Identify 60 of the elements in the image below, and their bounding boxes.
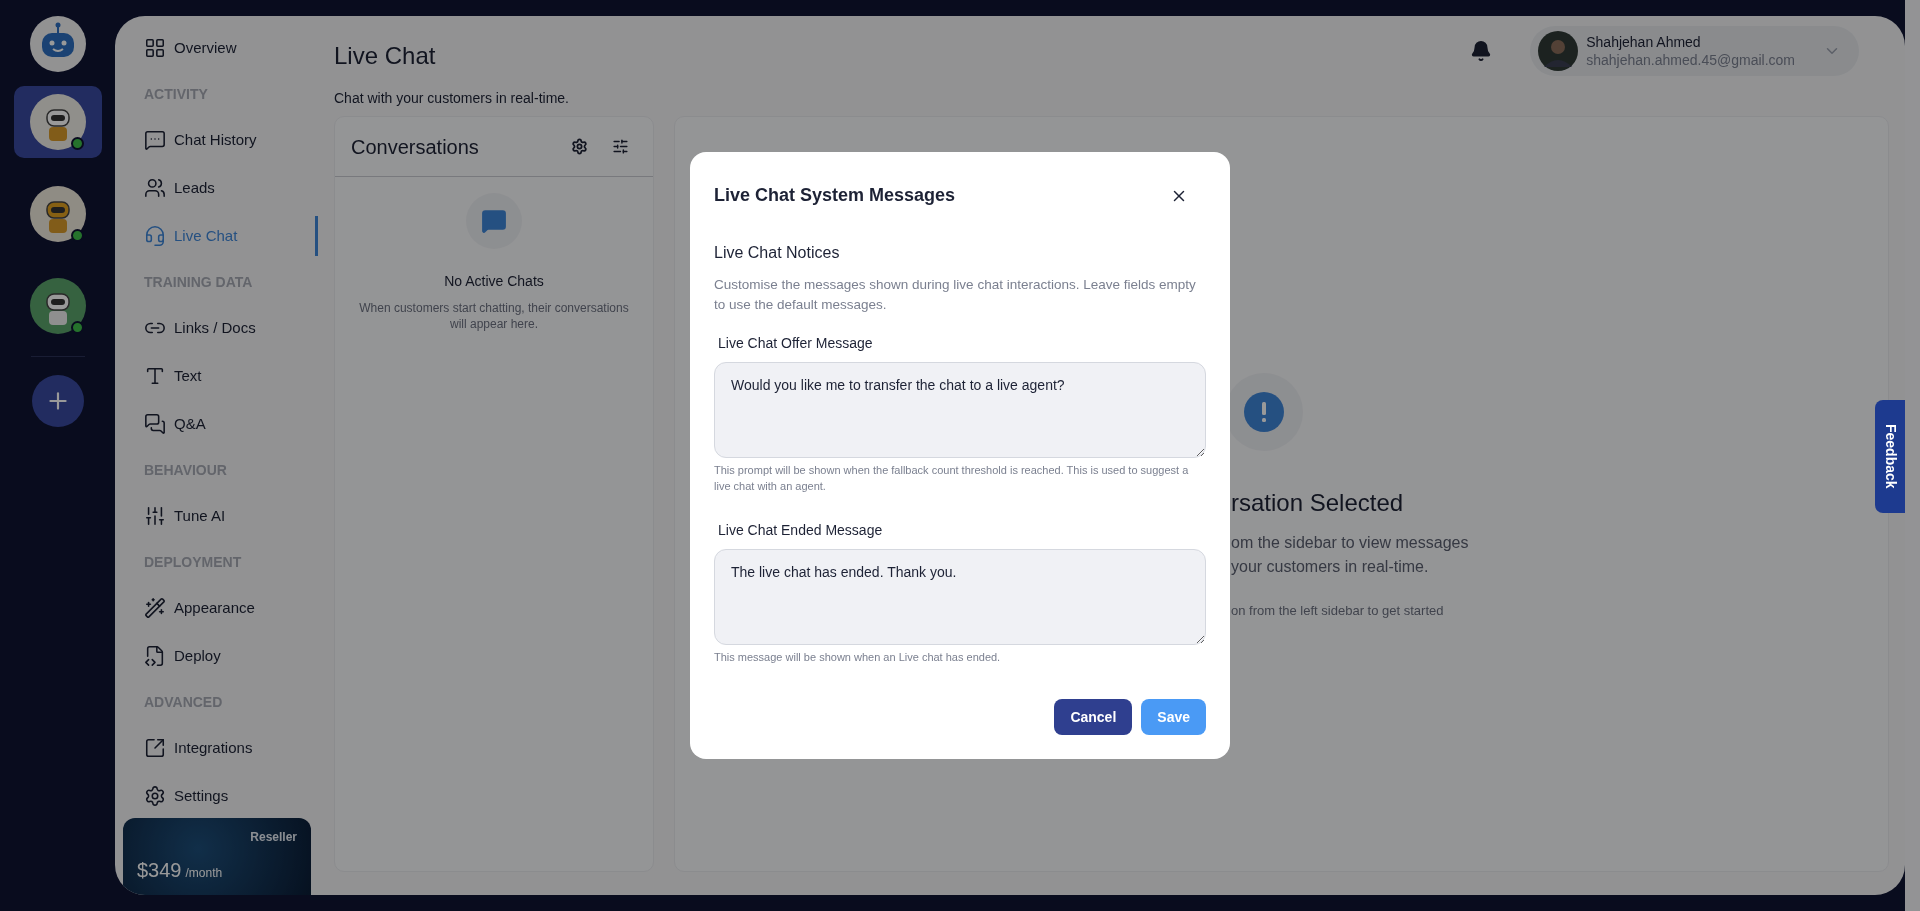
user-avatar xyxy=(1538,31,1579,71)
nav-icon xyxy=(144,645,166,667)
bot-avatar-icon xyxy=(29,186,86,242)
sidebar-item[interactable]: Tune AI xyxy=(144,504,226,528)
field-label: Live Chat Offer Message xyxy=(717,334,874,353)
nav-icon xyxy=(144,129,166,151)
sidebar-item[interactable]: Appearance xyxy=(144,596,255,620)
sidebar-item[interactable]: Settings xyxy=(144,784,229,808)
empty-detail-text: your customers in real-time. xyxy=(1231,557,1430,577)
section-description: Customise the messages shown during live chat interactions. Leave fields empty to use the default messages. xyxy=(714,276,1197,314)
field-help-text: This message will be shown when an Live chat has ended. xyxy=(714,650,1002,665)
sidebar-item[interactable]: Leads xyxy=(144,176,215,200)
sidebar-item[interactable]: Overview xyxy=(144,36,237,60)
bot-avatar-icon xyxy=(29,278,86,334)
sidebar-item[interactable]: Chat History xyxy=(144,128,257,152)
nav-icon xyxy=(144,413,166,435)
plan-card[interactable]: Reseller $349 /month xyxy=(123,818,311,895)
nav-icon xyxy=(144,785,166,807)
message-input[interactable]: Would you like me to transfer the chat to a live agent? xyxy=(714,362,1206,458)
logo-icon[interactable] xyxy=(29,16,86,72)
nav-icon xyxy=(144,365,166,387)
panel-title: Conversations xyxy=(351,134,479,160)
sidebar-item[interactable]: Links / Docs xyxy=(144,316,256,340)
page-title: Live Chat xyxy=(334,41,437,71)
filter-icon[interactable] xyxy=(612,138,629,155)
settings-icon[interactable] xyxy=(571,138,588,155)
plan-period: /month xyxy=(185,865,223,882)
field-label: Live Chat Ended Message xyxy=(717,521,884,540)
sidebar-item[interactable]: Deploy xyxy=(144,644,221,668)
field-help-text: This prompt will be shown when the fallback count threshold is reached. This is used to suggest a live chat with an agent. xyxy=(714,463,1190,494)
user-email: shahjehan.ahmed.45@gmail.com xyxy=(1586,51,1795,69)
page-subtitle: Chat with your customers in real-time. xyxy=(334,89,569,108)
notification-bell-icon[interactable] xyxy=(1470,40,1493,62)
modal-title: Live Chat System Messages xyxy=(714,184,956,207)
cancel-button[interactable]: Cancel xyxy=(1054,699,1133,735)
section-title: Live Chat Notices xyxy=(714,243,841,263)
nav-icon xyxy=(144,737,166,759)
add-bot-button[interactable] xyxy=(31,375,84,427)
nav-icon xyxy=(144,225,166,247)
user-name: Shahjehan Ahmed xyxy=(1586,33,1702,51)
message-input[interactable]: The live chat has ended. Thank you. xyxy=(714,549,1206,645)
plan-price: $349 xyxy=(137,858,182,883)
nav-icon xyxy=(144,505,166,527)
sidebar-item[interactable]: Text xyxy=(144,364,202,388)
nav-icon xyxy=(144,597,166,619)
nav-icon xyxy=(144,177,166,199)
feedback-tab[interactable]: Feedback xyxy=(1875,400,1905,513)
empty-state-text: When customers start chatting, their conversations will appear here. xyxy=(358,300,630,332)
empty-detail-hint: on from the left sidebar to get started xyxy=(1230,602,1445,620)
nav-icon xyxy=(144,37,166,59)
empty-state-title: No Active Chats xyxy=(444,272,544,291)
active-indicator xyxy=(315,216,318,256)
user-menu[interactable]: Shahjehan Ahmed shahjehan.ahmed.45@gmail.com xyxy=(1530,26,1859,76)
empty-detail-text: om the sidebar to view messages xyxy=(1231,533,1470,553)
bot-avatar-icon xyxy=(29,94,86,150)
empty-detail-title: rsation Selected xyxy=(1230,488,1405,518)
sidebar-item[interactable]: Integrations xyxy=(144,736,253,760)
plan-label: Reseller xyxy=(250,829,297,846)
bot-switcher-item[interactable] xyxy=(13,86,102,158)
sidebar-item[interactable]: Q&A xyxy=(144,412,206,436)
